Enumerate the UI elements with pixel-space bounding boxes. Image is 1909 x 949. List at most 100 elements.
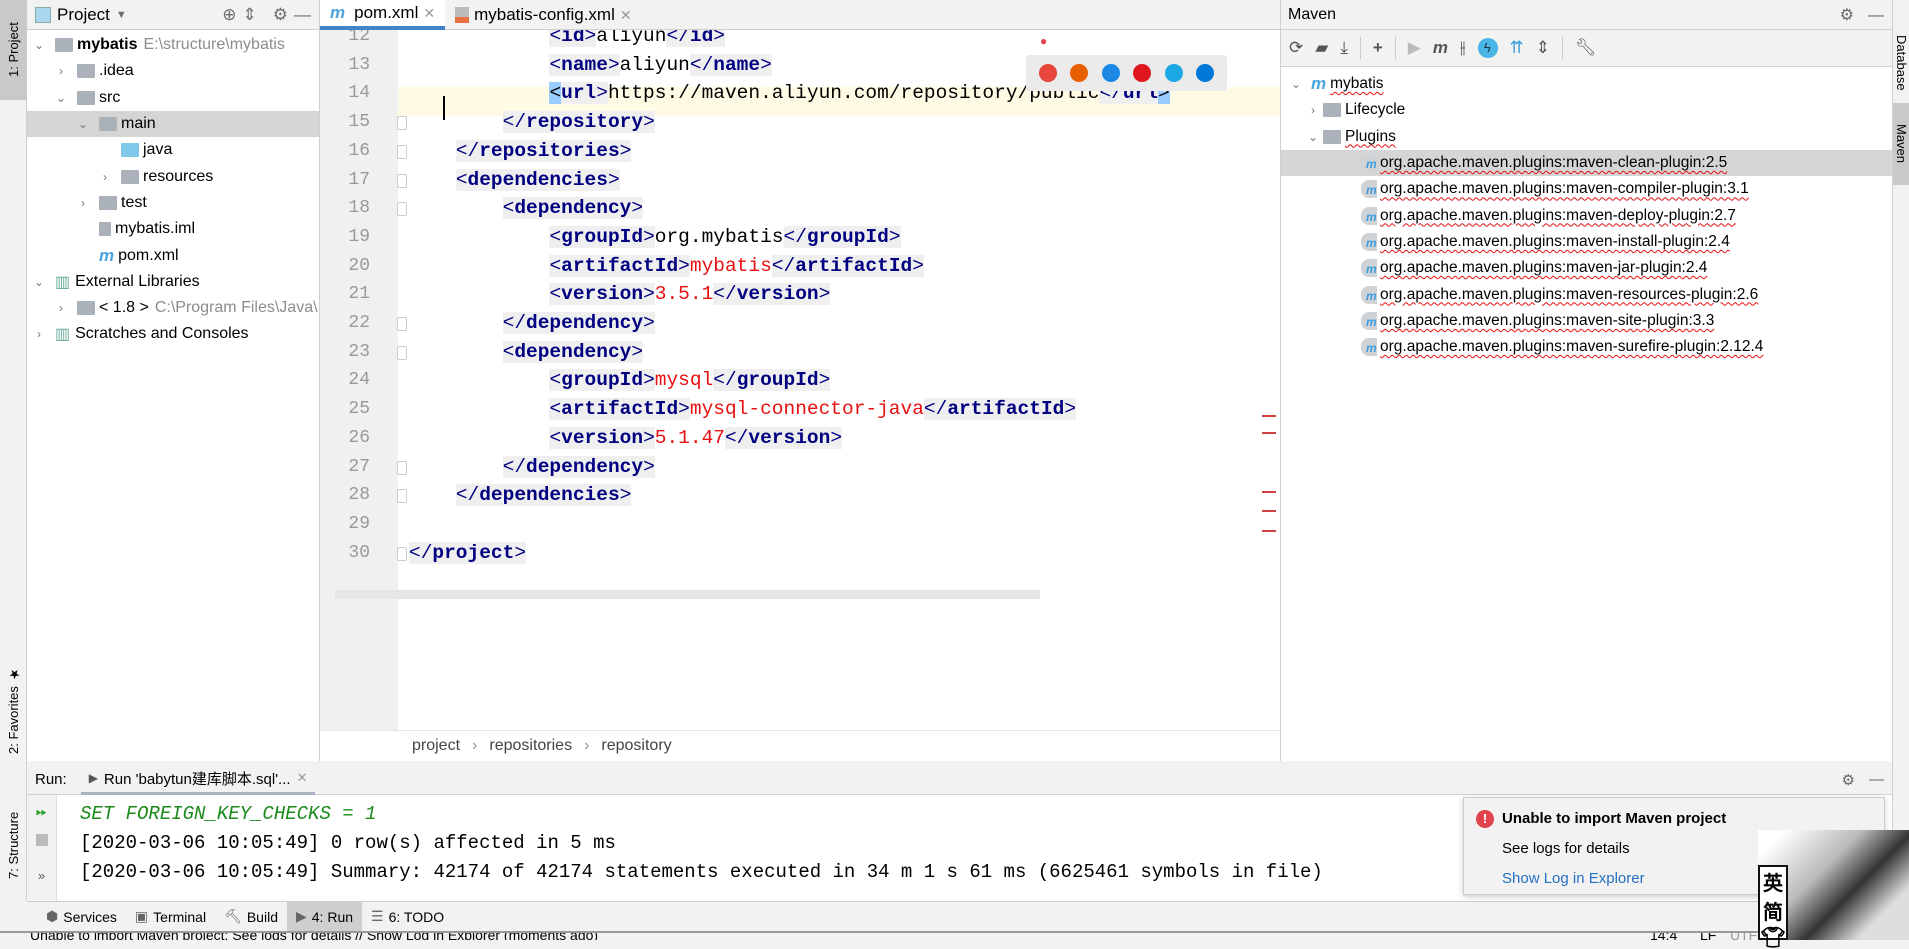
tree-item[interactable]: › < 1.8 > C:\Program Files\Java\ [27,295,319,321]
breadcrumb-item[interactable]: repository [601,737,671,755]
stop-icon[interactable] [35,834,48,846]
tree-item[interactable]: › resources [27,163,319,189]
tree-item[interactable]: ⌄ src [27,85,319,111]
firefox-icon[interactable] [1070,64,1089,82]
maven-plugins[interactable]: ⌄ Plugins [1281,124,1892,150]
edge-icon[interactable] [1196,64,1215,82]
locate-icon[interactable]: ⊕ [222,5,236,25]
maven-plugin-item[interactable]: org.apache.maven.plugins:maven-resources… [1281,281,1892,307]
chevron-down-icon[interactable]: ⌄ [31,275,47,289]
gear-icon[interactable]: ⚙ [1842,771,1855,789]
project-view-selector[interactable]: Project [57,5,110,25]
collapse-all-icon[interactable]: ⇕ [243,5,257,25]
file-encoding[interactable]: UTF [1730,933,1757,940]
maven-plugin-item[interactable]: org.apache.maven.plugins:maven-clean-plu… [1281,149,1892,177]
caret-position[interactable]: 14:4 [1650,933,1677,940]
chevron-down-icon[interactable]: ⌄ [53,91,69,105]
toolwindow-6-todo[interactable]: ☰ 6: TODO [362,902,453,932]
gear-icon[interactable]: ⚙ [1840,7,1854,24]
ime-simplified-toggle[interactable]: 简 [1763,896,1783,925]
error-stripe-mark[interactable] [1262,530,1276,532]
error-stripe-mark[interactable] [1262,415,1276,417]
run-icon[interactable]: ▶ [1408,38,1421,58]
chevron-down-icon[interactable]: ⌄ [75,117,91,131]
project-tool-tab[interactable]: 1: Project [0,0,27,100]
fold-marker-icon[interactable] [397,116,407,131]
fold-marker-icon[interactable] [397,173,407,188]
tree-item[interactable]: ⌄ mybatis E:\structure\mybatis [27,32,319,58]
breadcrumb-item[interactable]: repositories [489,737,572,755]
toolwindow-build[interactable]: 🔨︎ Build [215,902,287,932]
show-dependencies-icon[interactable]: ⇈ [1510,38,1524,58]
chevron-right-icon[interactable]: › [1303,103,1323,117]
close-icon[interactable]: ✕ [620,7,632,24]
chevron-right-icon[interactable]: › [53,301,69,315]
tree-item[interactable]: ⌄ main [27,110,319,138]
opera-icon[interactable] [1133,64,1152,82]
maven-project-mybatis[interactable]: ⌄ m mybatis [1281,71,1892,97]
more-icon[interactable]: » [27,868,56,883]
error-stripe-mark[interactable] [1262,491,1276,493]
chrome-icon[interactable] [1038,64,1057,82]
reload-icon[interactable]: ⟳ [1289,38,1303,58]
tree-item[interactable]: › test [27,190,319,216]
maven-plugin-item[interactable]: org.apache.maven.plugins:maven-deploy-pl… [1281,202,1892,228]
chevron-down-icon[interactable]: ⌄ [1303,130,1323,144]
skip-tests-icon[interactable]: ϟ [1477,38,1498,58]
close-icon[interactable]: ✕ [423,5,435,22]
toggle-offline-icon[interactable]: ⫲ [1460,38,1466,58]
collapse-all-icon[interactable]: ⇕ [1536,38,1550,58]
fold-marker-icon[interactable] [397,202,407,217]
toolwindow-terminal[interactable]: ▣ Terminal [126,902,215,932]
database-tool-tab[interactable]: Database [1893,20,1909,105]
minimize-icon[interactable]: — [294,5,311,25]
favorites-tool-tab[interactable]: 2: Favorites ★ [0,665,27,755]
safari-icon[interactable] [1101,64,1120,82]
tree-item[interactable]: mybatis.iml [27,216,319,242]
structure-tool-tab[interactable]: 7: Structure [0,790,27,900]
tree-item[interactable]: java [27,137,319,163]
maven-lifecycle[interactable]: › Lifecycle [1281,97,1892,123]
tree-item[interactable]: › .idea [27,58,319,84]
tree-item[interactable]: ⌄ ▥ External Libraries [27,269,319,295]
toolwindow-services[interactable]: ⬢ Services [37,902,126,932]
fold-marker-icon[interactable] [397,460,407,475]
fold-marker-icon[interactable] [397,317,407,331]
ime-english-toggle[interactable]: 英 [1763,867,1783,896]
generate-sources-icon[interactable]: ▰ [1315,38,1328,58]
minimize-icon[interactable]: — [1869,771,1884,788]
chevron-right-icon[interactable]: › [97,170,113,184]
error-stripe-mark[interactable] [1262,432,1276,434]
maven-tool-tab[interactable]: Maven [1893,103,1909,185]
chevron-right-icon[interactable]: › [53,64,69,78]
chevron-right-icon[interactable]: › [75,196,91,210]
ime-skin-icon[interactable]: 👕︎ [1760,925,1785,949]
close-icon[interactable]: ✕ [297,770,308,786]
line-separator[interactable]: LF [1700,933,1716,940]
breadcrumb-item[interactable]: project [412,737,460,755]
horizontal-scrollbar[interactable] [335,590,1040,599]
chevron-down-icon[interactable]: ▼ [116,9,127,21]
fold-marker-icon[interactable] [397,345,407,360]
error-stripe-mark[interactable] [1262,510,1276,512]
tree-item[interactable]: m pom.xml [27,242,319,268]
maven-plugin-item[interactable]: org.apache.maven.plugins:maven-site-plug… [1281,308,1892,334]
ime-toolbar[interactable]: 英 简 👕︎ [1758,865,1788,949]
chevron-right-icon[interactable]: › [31,327,47,341]
gear-icon[interactable]: ⚙ [273,5,288,25]
maven-plugin-item[interactable]: org.apache.maven.plugins:maven-compiler-… [1281,176,1892,202]
add-icon[interactable]: + [1373,38,1383,58]
fold-marker-icon[interactable] [397,546,407,561]
maven-plugin-item[interactable]: org.apache.maven.plugins:maven-surefire-… [1281,334,1892,360]
toolwindow-4-run[interactable]: ▶ 4: Run [286,901,363,932]
run-tab[interactable]: ▶ Run 'babytun建库脚本.sql'... ✕ [80,765,316,795]
tab-mybatis-config-xml[interactable]: mybatis-config.xml ✕ [445,0,642,30]
chevron-down-icon[interactable]: ⌄ [1281,77,1311,91]
settings-wrench-icon[interactable]: 🔧︎ [1575,38,1597,58]
status-message[interactable]: Unable to import Maven project: See logs… [30,933,598,940]
chevron-down-icon[interactable]: ⌄ [31,38,47,52]
ie-icon[interactable] [1164,64,1183,82]
maven-plugin-item[interactable]: org.apache.maven.plugins:maven-jar-plugi… [1281,255,1892,281]
tree-item[interactable]: › ▥ Scratches and Consoles [27,321,319,347]
code-area[interactable]: 12 <id>aliyun</id> 13 <name>aliyun</name>… [320,30,1280,730]
